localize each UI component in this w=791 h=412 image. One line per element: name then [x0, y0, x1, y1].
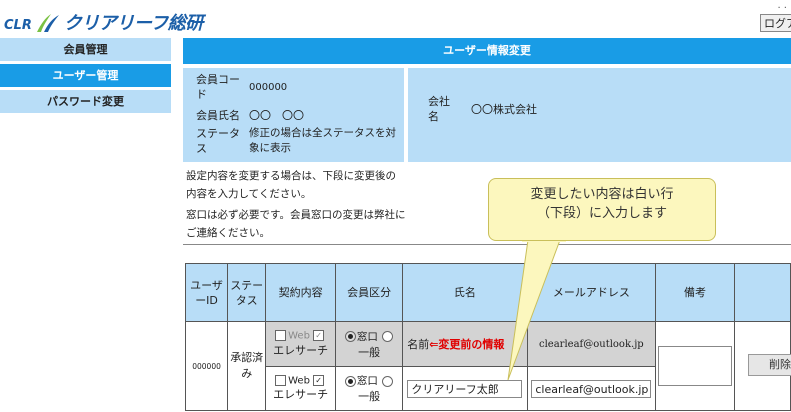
checkbox-checked-icon: ✓ [313, 330, 325, 342]
checkbox-icon [275, 330, 287, 342]
contract-elesearch-label: エレサーチ [273, 388, 329, 402]
contract-elesearch-label: エレサーチ [273, 343, 329, 357]
radio-contact[interactable] [344, 375, 356, 387]
member-code-value: 000000 [249, 82, 288, 93]
radio-selected-icon [344, 331, 356, 342]
member-type-general-label: 一般 [358, 345, 381, 359]
callout-line-1: 変更したい内容は白い行 [530, 187, 674, 202]
previous-info-annotation: ⇐変更前の情報 [429, 338, 505, 351]
user-id-cell: 000000 [184, 321, 229, 411]
sidebar-item-password-change[interactable]: パスワード変更 [0, 90, 171, 113]
page-title: ユーザー情報変更 [183, 38, 791, 64]
member-type-contact-label: 窓口 [356, 330, 378, 343]
logout-button[interactable]: ログア [760, 14, 791, 32]
divider [183, 244, 791, 245]
brand-logo: CLR クリアリーフ総研 [4, 8, 203, 34]
member-type-before-cell: 窓口 一般 [334, 321, 404, 367]
notes-textarea[interactable] [657, 346, 732, 386]
status-cell: 承認済み [227, 321, 267, 411]
contract-elesearch-checkbox[interactable]: ✓ [313, 374, 325, 386]
company-label: 会社名 [428, 95, 450, 123]
radio-general[interactable] [382, 375, 394, 387]
status-label: ステータス [196, 127, 240, 155]
sidebar-item-user-management[interactable]: ユーザー管理 [0, 64, 171, 87]
radio-icon [382, 331, 394, 342]
logo-name: クリアリーフ総研 [63, 13, 203, 34]
header-contract: 契約内容 [265, 263, 336, 322]
contract-after-cell: Web ✓ エレサーチ [265, 366, 336, 411]
corner-dots: . . [777, 0, 787, 11]
callout-line-2: （下段）に入力します [536, 206, 667, 221]
member-type-contact-label: 窓口 [356, 375, 378, 387]
contract-web-label: Web [288, 375, 310, 387]
contract-web-label: Web [288, 330, 310, 342]
sidebar-item-member-management[interactable]: 会員管理 [0, 38, 171, 61]
delete-button[interactable]: 削除 [748, 354, 791, 376]
member-type-general-label: 一般 [358, 390, 381, 403]
user-table: ユーザーID ステータス 契約内容 会員区分 氏名 メールアドレス 備考 000… [184, 263, 791, 411]
leaf-logo-icon [36, 14, 59, 32]
header-user-id: ユーザーID [184, 263, 229, 322]
note-contact-required: 窓口は必ず必要です。会員窓口の変更は弊社にご連絡ください。 [186, 209, 406, 239]
company-value: 〇〇株式会社 [471, 103, 537, 116]
notes-cell [655, 321, 735, 411]
member-code-label: 会員コード [196, 73, 240, 101]
member-name-label: 会員氏名 [196, 109, 240, 122]
member-name-value: 〇〇 〇〇 [249, 109, 304, 122]
contract-web-checkbox[interactable] [275, 374, 287, 386]
member-info-panel: 会員コード 000000 会員氏名 〇〇 〇〇 ステータス 修正の場合は全ステー… [183, 68, 404, 162]
contract-before-cell: Web ✓ エレサーチ [265, 321, 336, 367]
header-actions [733, 263, 791, 322]
instruction-callout: 変更したい内容は白い行 （下段）に入力します [488, 178, 716, 241]
table-row-before: 000000 承認済み Web ✓ エレサーチ 窓口 一般 名前⇐変更前の情報 … [184, 321, 791, 411]
logo-prefix: CLR [4, 18, 32, 33]
header-status: ステータス [227, 263, 267, 322]
note-change-instruction: 設定内容を変更する場合は、下段に変更後の内容を入力してください。 [186, 170, 396, 200]
member-type-after-cell: 窓口 一般 [334, 366, 404, 411]
header-notes: 備考 [655, 263, 735, 322]
callout-pointer [507, 238, 566, 381]
name-prefix: 名前 [407, 338, 430, 351]
status-value: 修正の場合は全ステータスを対象に表示 [249, 127, 396, 154]
header-member-type: 会員区分 [334, 263, 404, 322]
company-info-panel: 会社名 〇〇株式会社 [408, 68, 791, 162]
